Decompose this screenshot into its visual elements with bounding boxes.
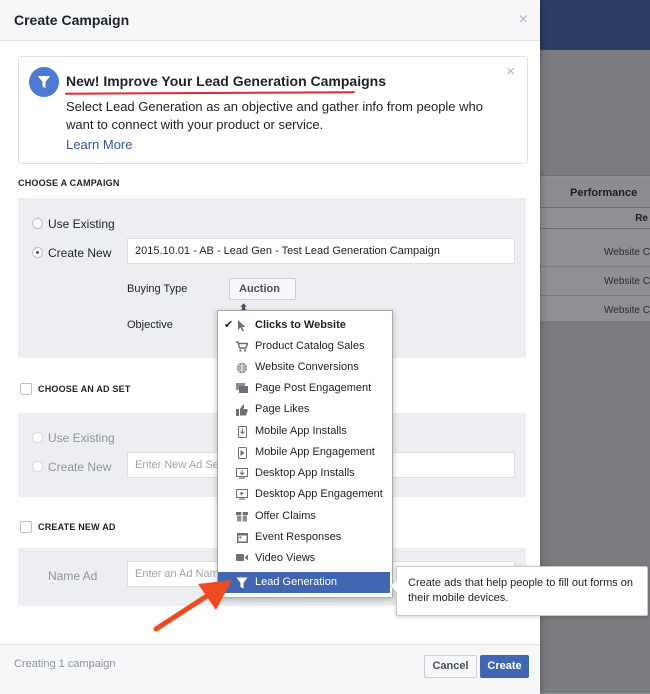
cart-icon	[236, 341, 249, 352]
choose-campaign-heading: CHOOSE A CAMPAIGN	[18, 178, 120, 188]
background-cell: Website C	[540, 296, 650, 325]
campaign-use-existing-label[interactable]: Use Existing	[48, 217, 115, 231]
objective-option-clicks-to-website[interactable]: ✔ Clicks to Website	[218, 315, 390, 336]
promo-body: Select Lead Generation as an objective a…	[66, 99, 483, 132]
choose-ad-set-checkbox[interactable]	[20, 383, 32, 395]
lead-generation-tooltip: Create ads that help people to fill out …	[390, 566, 648, 616]
buying-type-select[interactable]: Auction ⬍	[229, 278, 296, 315]
objective-option-label: Page Post Engagement	[255, 382, 372, 394]
objective-option-label: Page Likes	[255, 403, 310, 415]
mobile-engage-icon	[236, 447, 248, 459]
post-icon	[236, 383, 248, 394]
globe-icon	[236, 362, 248, 374]
objective-option-mobile-app-installs[interactable]: Mobile App Installs	[218, 421, 390, 442]
objective-dropdown: ✔ Clicks to Website Product Catalog Sale…	[217, 310, 393, 598]
campaign-create-new-label[interactable]: Create New	[48, 246, 111, 260]
modal-close-icon[interactable]: ×	[519, 11, 528, 29]
background-cell: Website C	[540, 238, 650, 267]
annotation-arrow-icon	[153, 580, 232, 632]
thumbs-up-icon	[236, 404, 248, 416]
objective-option-event-responses[interactable]: Event Responses	[218, 527, 390, 548]
tooltip-text: Create ads that help people to fill out …	[408, 577, 634, 604]
create-new-ad-checkbox[interactable]	[20, 521, 32, 533]
offer-icon	[236, 511, 248, 522]
modal-title: Create Campaign	[14, 12, 130, 28]
campaign-name-input[interactable]: 2015.10.01 - AB - Lead Gen - Test Lead G…	[127, 238, 515, 264]
name-ad-label: Name Ad	[48, 569, 98, 583]
learn-more-link[interactable]: Learn More	[66, 137, 132, 152]
campaign-create-new-radio[interactable]	[32, 247, 43, 258]
objective-option-desktop-app-installs[interactable]: Desktop App Installs	[218, 463, 390, 484]
objective-option-lead-generation[interactable]: Lead Generation	[218, 572, 390, 593]
ad-set-use-existing-label[interactable]: Use Existing	[48, 431, 115, 445]
lead-gen-promo: New! Improve Your Lead Generation Campai…	[18, 56, 528, 164]
footer-status: Creating 1 campaign	[14, 658, 116, 670]
desktop-install-icon	[236, 468, 248, 479]
buying-type-label: Buying Type	[127, 283, 188, 295]
create-button[interactable]: Create	[480, 655, 529, 678]
cursor-icon	[236, 320, 248, 332]
choose-ad-set-heading: CHOOSE AN AD SET	[38, 384, 131, 394]
objective-option-website-conversions[interactable]: Website Conversions	[218, 357, 390, 378]
objective-option-label: Mobile App Engagement	[255, 446, 375, 458]
objective-option-label: Video Views	[255, 552, 316, 564]
promo-title: New! Improve Your Lead Generation Campai…	[66, 73, 386, 89]
objective-option-page-post-engagement[interactable]: Page Post Engagement	[218, 378, 390, 399]
objective-option-label: Lead Generation	[255, 576, 337, 588]
objective-option-label: Clicks to Website	[255, 319, 346, 331]
funnel-icon	[29, 67, 59, 97]
background-cell: Website C	[540, 267, 650, 296]
objective-option-label: Product Catalog Sales	[255, 340, 365, 352]
modal-footer: Creating 1 campaign Cancel Create	[0, 644, 540, 694]
objective-option-video-views[interactable]: Video Views	[218, 548, 390, 569]
annotation-underline	[64, 91, 356, 95]
background-sub-header: Re	[540, 209, 650, 229]
modal-header: Create Campaign ×	[0, 0, 540, 41]
objective-option-desktop-app-engagement[interactable]: Desktop App Engagement	[218, 484, 390, 505]
objective-option-label: Event Responses	[255, 531, 342, 543]
objective-option-page-likes[interactable]: Page Likes	[218, 399, 390, 420]
objective-option-label: Desktop App Engagement	[255, 488, 383, 500]
performance-column-header: Performance	[540, 178, 650, 208]
ad-set-create-new-label[interactable]: Create New	[48, 460, 111, 474]
video-icon	[236, 553, 248, 564]
objective-option-offer-claims[interactable]: Offer Claims	[218, 506, 390, 527]
objective-option-label: Offer Claims	[255, 510, 316, 522]
campaign-use-existing-radio[interactable]	[32, 218, 43, 229]
objective-option-label: Desktop App Installs	[255, 467, 355, 479]
cancel-button[interactable]: Cancel	[424, 655, 477, 678]
mobile-install-icon	[236, 426, 248, 438]
desktop-engage-icon	[236, 489, 248, 500]
objective-option-label: Website Conversions	[255, 361, 359, 373]
promo-close-icon[interactable]: ×	[506, 63, 515, 80]
objective-option-mobile-app-engagement[interactable]: Mobile App Engagement	[218, 442, 390, 463]
ad-set-use-existing-radio[interactable]	[32, 432, 43, 443]
checkmark-icon: ✔	[224, 319, 234, 331]
objective-option-product-catalog-sales[interactable]: Product Catalog Sales	[218, 336, 390, 357]
objective-option-label: Mobile App Installs	[255, 425, 347, 437]
create-new-ad-heading: CREATE NEW AD	[38, 522, 116, 532]
ad-set-create-new-radio[interactable]	[32, 461, 43, 472]
calendar-icon	[236, 532, 248, 543]
objective-label: Objective	[127, 319, 173, 331]
